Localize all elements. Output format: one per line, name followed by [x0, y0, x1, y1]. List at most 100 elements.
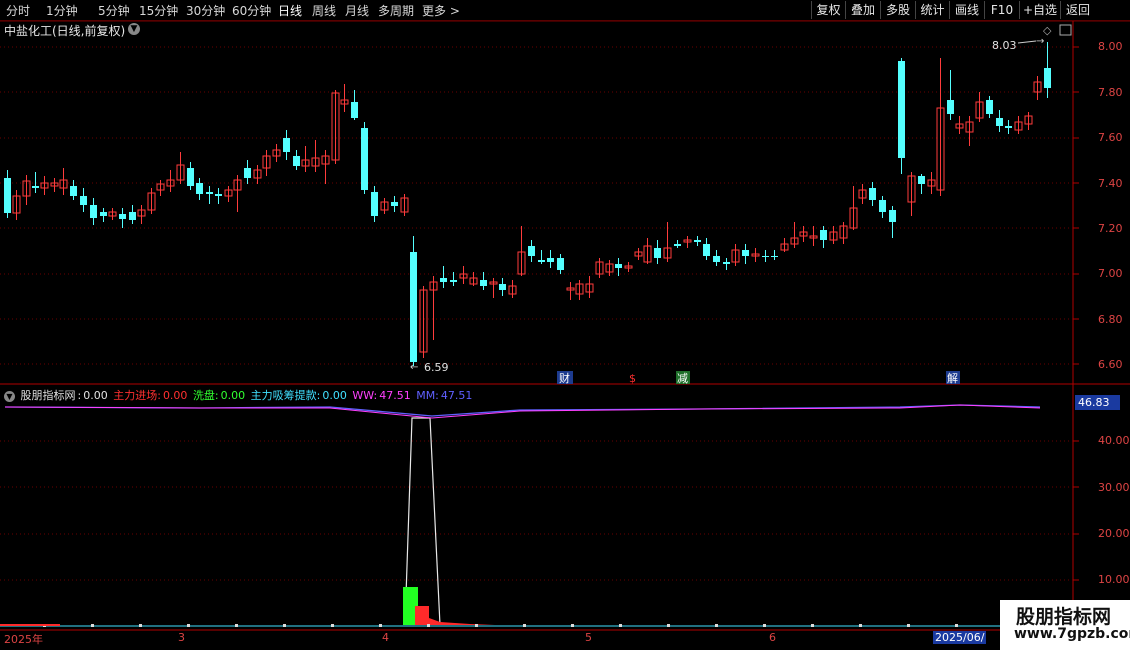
high-price-label: 8.03	[992, 39, 1017, 52]
candle-body-down	[771, 256, 778, 257]
low-arrow-icon: ←	[410, 362, 418, 373]
event-dollar: $	[629, 372, 636, 385]
zero-dot	[859, 624, 862, 627]
candle-body-down	[129, 212, 136, 220]
candle-body-down	[90, 205, 97, 218]
candle-body-down	[32, 186, 39, 188]
zero-dot	[907, 624, 910, 627]
zero-dot	[283, 624, 286, 627]
candle-body-down	[547, 258, 554, 262]
candle-body-down	[879, 200, 886, 212]
ww-value: 47.51	[379, 389, 411, 402]
candle-body-down	[206, 192, 213, 194]
high-marker-line	[1017, 40, 1037, 44]
zero-dot	[475, 624, 478, 627]
candle-body-down	[440, 278, 447, 282]
low-price-label: 6.59	[424, 361, 449, 374]
price-grid	[0, 46, 1079, 365]
candle-body-down	[820, 230, 827, 240]
candle-body-down	[703, 244, 710, 256]
candle-body-down	[615, 264, 622, 268]
zero-dot	[139, 624, 142, 627]
candle-body-down	[119, 214, 126, 219]
ww-label: WW:	[352, 389, 378, 402]
zero-dot	[619, 624, 622, 627]
xichou-value: 0.00	[322, 389, 347, 402]
candle-body-down	[196, 183, 203, 194]
candle-body-down	[538, 260, 545, 262]
candle-body-down	[762, 256, 769, 257]
candle-body-down	[889, 210, 896, 222]
price-axis-label: 8.00	[1098, 40, 1123, 53]
candle-body-down	[898, 61, 905, 158]
candle-body-down	[283, 138, 290, 152]
zero-dot	[763, 624, 766, 627]
candle-body-down	[918, 176, 925, 184]
event-jie: 解	[947, 371, 958, 385]
current-date-label: 2025/06/	[933, 631, 987, 644]
zero-dot	[811, 624, 814, 627]
zhuli-value: 0.00	[162, 389, 188, 402]
date-label: 6	[769, 631, 776, 644]
candle-body-down	[371, 192, 378, 216]
zero-dot	[715, 624, 718, 627]
price-axis-label: 7.60	[1098, 131, 1123, 144]
candle-body-down	[986, 100, 993, 114]
candle-body-down	[499, 284, 506, 290]
date-label: 3	[178, 631, 185, 644]
date-label: 5	[585, 631, 592, 644]
date-label: 2025年	[4, 633, 43, 646]
candle-body-down	[674, 244, 681, 246]
price-axis-label: 6.80	[1098, 313, 1123, 326]
xipan-label: 洗盘:	[192, 389, 219, 402]
candle-body-down	[742, 250, 749, 256]
zero-dot	[91, 624, 94, 627]
watermark-title: 股朋指标网	[1016, 606, 1112, 628]
event-cai: 财	[559, 371, 570, 385]
candle-body-down	[480, 280, 487, 286]
candle-body-down	[361, 128, 368, 190]
zero-dot	[571, 624, 574, 627]
candles	[4, 42, 1051, 366]
date-label: 4	[382, 631, 389, 644]
indicator-grid	[0, 440, 1079, 581]
indicator-current-label: 46.83	[1075, 395, 1120, 410]
zhuli-tail	[429, 618, 495, 625]
candle-body-down	[391, 202, 398, 206]
zero-dot	[187, 624, 190, 627]
indicator-header: ▼ 股朋指标网:0.00 主力进场: 0.00 洗盘: 0.00 主力吸筹提款: 0.…	[4, 387, 474, 403]
candle-body-down	[947, 100, 954, 114]
zero-dot	[427, 624, 430, 627]
price-axis-label: 7.40	[1098, 177, 1123, 190]
zero-dot	[235, 624, 238, 627]
candle-body-down	[1044, 68, 1051, 88]
candle-body-down	[713, 256, 720, 262]
candle-body-down	[215, 194, 222, 196]
panel-toggle-icon	[1059, 24, 1072, 36]
high-arrow-icon: →	[1036, 36, 1044, 47]
candle-body-down	[80, 196, 87, 205]
candle-body-down	[293, 156, 300, 166]
indicator-name: 股朋指标网	[20, 389, 76, 402]
candle-body-down	[654, 248, 661, 258]
candle-body-down	[694, 240, 701, 242]
candle-body-down	[70, 186, 77, 196]
zero-dot	[667, 624, 670, 627]
candle-body-down	[244, 168, 251, 178]
xipan-value: 0.00	[220, 389, 246, 402]
indicator-axis-label: 40.00	[1098, 434, 1130, 447]
candle-body-down	[869, 188, 876, 200]
chevron-down-icon[interactable]: ▼	[4, 390, 15, 402]
candle-body-down	[723, 262, 730, 264]
zero-dot	[523, 624, 526, 627]
candle-body-down	[4, 178, 11, 213]
price-axis-label: 7.80	[1098, 86, 1123, 99]
indicator-name-value: 0.00	[83, 389, 108, 402]
candle-body-down	[1005, 126, 1012, 128]
candle-body-down	[528, 246, 535, 256]
candle-body-down	[187, 168, 194, 186]
kline-chart: → 8.03 ← 6.59 ◇ 财 $ 减 解	[0, 20, 1130, 631]
zhuli-bar	[415, 606, 429, 625]
zero-dot	[331, 624, 334, 627]
candle-body-down	[557, 258, 564, 270]
